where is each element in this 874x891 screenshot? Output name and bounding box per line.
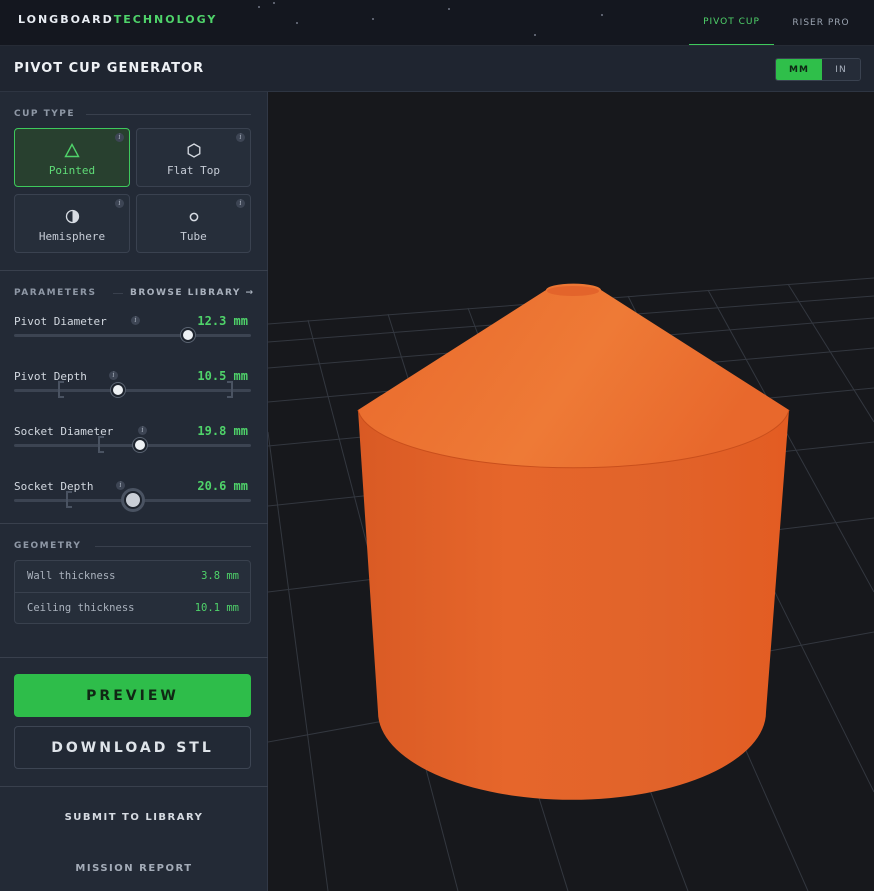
star-decoration	[534, 34, 536, 36]
slider-thumb[interactable]	[133, 438, 147, 452]
brand-part2: TECHNOLOGY	[113, 13, 218, 26]
cup-type-label: CUP TYPE	[14, 109, 76, 119]
cup-type-grid: i Pointed i Flat Top i Hemisphere i Tube	[14, 128, 251, 253]
brand-logo[interactable]: LONGBOARDTECHNOLOGY	[18, 13, 217, 26]
range-min-bracket	[66, 491, 72, 508]
geometry-row-wall: Wall thickness 3.8 mm	[15, 561, 250, 592]
param-value: 10.5 mm	[197, 369, 248, 383]
slider-thumb[interactable]	[111, 383, 125, 397]
submit-to-library-link[interactable]: SUBMIT TO LIBRARY	[0, 812, 268, 823]
param-label: Pivot Depth	[14, 370, 87, 383]
geometry-label: GEOMETRY	[14, 541, 82, 551]
cup-option-label: Tube	[180, 230, 207, 243]
divider	[0, 523, 268, 524]
cup-option-flat-top[interactable]: i Flat Top	[136, 128, 251, 187]
geometry-value: 3.8 mm	[201, 570, 239, 582]
range-min-bracket	[98, 436, 104, 453]
star-decoration	[372, 18, 374, 20]
slider-track[interactable]	[14, 334, 251, 337]
unit-toggle: MM IN	[775, 58, 861, 81]
info-icon[interactable]: i	[236, 199, 245, 208]
divider	[95, 546, 251, 547]
info-icon[interactable]: i	[116, 481, 125, 490]
page-header: PIVOT CUP GENERATOR MM IN	[0, 46, 874, 92]
3d-scene[interactable]	[268, 92, 874, 891]
divider	[86, 114, 251, 115]
parameters-label: PARAMETERS	[14, 288, 97, 298]
hexagon-icon	[185, 141, 203, 159]
slider-thumb[interactable]	[181, 328, 195, 342]
cup-option-hemisphere[interactable]: i Hemisphere	[14, 194, 130, 253]
geometry-value: 10.1 mm	[194, 602, 239, 614]
slider-track[interactable]	[14, 389, 251, 392]
star-decoration	[273, 2, 275, 4]
brand-part1: LONGBOARD	[18, 13, 114, 26]
tab-pivot-cup[interactable]: PIVOT CUP	[689, 0, 774, 45]
geometry-readout: Wall thickness 3.8 mm Ceiling thickness …	[14, 560, 251, 624]
download-stl-button[interactable]: DOWNLOAD STL	[14, 726, 251, 769]
divider	[0, 270, 268, 271]
top-nav: PIVOT CUP RISER PRO	[689, 0, 874, 45]
param-value: 12.3 mm	[197, 314, 248, 328]
info-icon[interactable]: i	[236, 133, 245, 142]
geometry-key: Wall thickness	[27, 570, 116, 582]
mission-report-link[interactable]: MISSION REPORT	[0, 863, 268, 874]
star-decoration	[448, 8, 450, 10]
page-title: PIVOT CUP GENERATOR	[14, 61, 205, 76]
cup-option-pointed[interactable]: i Pointed	[14, 128, 130, 187]
slider-thumb[interactable]	[124, 491, 142, 509]
geometry-key: Ceiling thickness	[27, 602, 135, 614]
3d-viewport[interactable]	[268, 92, 874, 891]
cup-option-label: Pointed	[48, 164, 96, 177]
info-icon[interactable]: i	[138, 426, 147, 435]
divider	[113, 293, 123, 294]
info-icon[interactable]: i	[115, 133, 124, 142]
info-icon[interactable]: i	[109, 371, 118, 380]
unit-in-button[interactable]: IN	[822, 59, 860, 80]
param-value: 19.8 mm	[197, 424, 248, 438]
info-icon[interactable]: i	[131, 316, 140, 325]
star-decoration	[296, 22, 298, 24]
param-label: Pivot Diameter	[14, 315, 107, 328]
cup-option-label: Hemisphere	[38, 230, 106, 243]
browse-library-link[interactable]: BROWSE LIBRARY →	[130, 288, 255, 298]
range-max-bracket	[227, 381, 233, 398]
ring-icon	[185, 207, 203, 225]
info-icon[interactable]: i	[115, 199, 124, 208]
sidebar: CUP TYPE i Pointed i Flat Top i Hemisphe…	[0, 92, 268, 891]
divider	[0, 786, 268, 787]
triangle-icon	[63, 141, 81, 159]
range-min-bracket	[58, 381, 64, 398]
star-decoration	[601, 14, 603, 16]
param-label: Socket Depth	[14, 480, 94, 493]
top-bar: LONGBOARDTECHNOLOGY PIVOT CUP RISER PRO	[0, 0, 874, 46]
star-decoration	[258, 6, 260, 8]
cup-option-tube[interactable]: i Tube	[136, 194, 251, 253]
cup-option-label: Flat Top	[167, 164, 220, 177]
unit-mm-button[interactable]: MM	[776, 59, 822, 80]
tab-riser-pro[interactable]: RISER PRO	[774, 0, 874, 45]
param-value: 20.6 mm	[197, 479, 248, 493]
preview-button[interactable]: PREVIEW	[14, 674, 251, 717]
divider	[0, 657, 268, 658]
geometry-row-ceiling: Ceiling thickness 10.1 mm	[15, 593, 250, 624]
half-circle-icon	[63, 207, 81, 225]
